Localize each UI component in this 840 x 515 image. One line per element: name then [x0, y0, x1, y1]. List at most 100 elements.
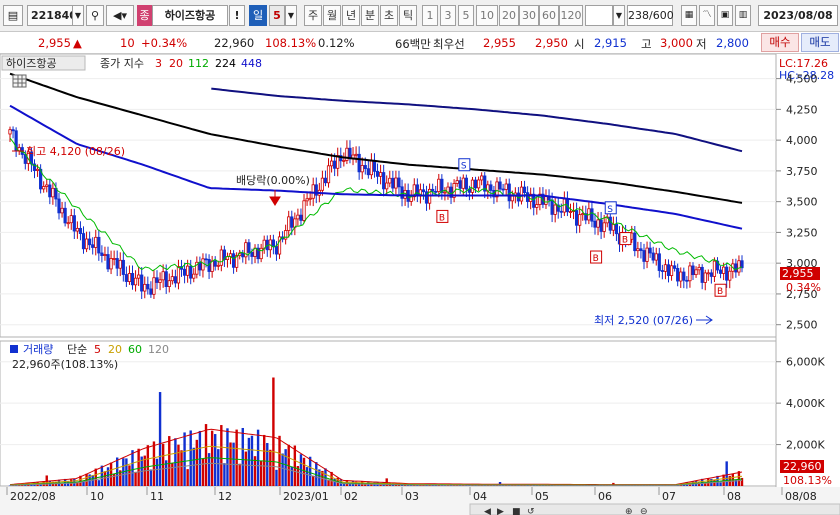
volume-bar [241, 427, 244, 486]
tab-month[interactable]: 월 [323, 5, 341, 26]
tab-tick[interactable]: 틱 [399, 5, 417, 26]
grid-icon[interactable]: ▦ [681, 5, 697, 26]
interval-5[interactable]: 5 [458, 5, 474, 26]
count-box[interactable]: 238/600 [627, 5, 674, 26]
candle-body [369, 160, 374, 176]
zoom-out-icon[interactable]: ⊖ [640, 507, 648, 515]
stop-icon[interactable]: ■ [512, 507, 521, 515]
candle-body [103, 254, 107, 256]
scroll-left-icon[interactable]: ◀ [484, 507, 491, 515]
x-label: 2023/01 [283, 490, 329, 503]
period-number[interactable]: 5 [269, 5, 285, 26]
candle-body [397, 177, 401, 188]
x-label: 04 [473, 490, 487, 503]
candle-body [464, 177, 468, 190]
sell-button[interactable]: 매도 [801, 33, 839, 52]
candle-body [66, 222, 70, 225]
chevron-down-icon[interactable]: ▼ [613, 5, 625, 26]
volume-legend-icon [10, 345, 18, 353]
candle-body [666, 264, 671, 276]
candle-body [75, 227, 79, 232]
signal-label: S [607, 205, 613, 215]
low-annotation: 최저 2,520 (07/26) [594, 314, 693, 327]
candle-body [642, 250, 646, 262]
candle-body [11, 129, 15, 132]
table-icon[interactable] [12, 74, 27, 88]
volume-bar [192, 447, 195, 486]
count-total: /600 [649, 9, 674, 22]
volume-bar [186, 469, 189, 486]
reset-icon[interactable]: ↺ [527, 507, 535, 515]
search-icon[interactable]: ⚲ [86, 5, 104, 26]
volume-bar [177, 444, 180, 486]
candle-body [63, 207, 67, 224]
interval-1[interactable]: 1 [422, 5, 438, 26]
x-label: 08 [727, 490, 741, 503]
candle-body [57, 198, 61, 214]
date-field[interactable]: 2023/08/08 [758, 5, 838, 26]
low-label: 저 [696, 37, 707, 51]
candle-body [155, 277, 159, 283]
candle-body [614, 223, 619, 235]
y-tick-label: 4,250 [786, 103, 818, 116]
tab-week[interactable]: 주 [304, 5, 322, 26]
chevron-down-icon[interactable]: ▼ [72, 5, 84, 26]
stock-chart[interactable]: SBSBBB 하이즈항공 종가 지수 3 20 112 224 448 LC:1… [0, 54, 840, 515]
interval-30[interactable]: 30 [519, 5, 539, 26]
volume-tick-label: 6,000K [786, 356, 825, 369]
volume-bar [115, 457, 119, 486]
y-tick-label: 4,000 [786, 134, 818, 147]
candle-body [121, 259, 125, 275]
volume-bar [223, 463, 226, 486]
chevron-down-icon[interactable]: ▼ [285, 5, 297, 26]
candle-body [333, 160, 337, 169]
save-icon[interactable]: ▣ [717, 5, 733, 26]
signal-label: B [593, 254, 599, 264]
volume-bar [158, 392, 162, 486]
scroll-controls[interactable]: ◀ ▶ ■ ↺ ⊕ ⊖ [469, 503, 840, 515]
zoom-in-icon[interactable]: ⊕ [625, 507, 633, 515]
volume-axis: 6,000K 4,000K 2,000K [776, 356, 825, 452]
candle-body [115, 258, 119, 269]
menu-icon[interactable]: ▤ [3, 5, 23, 26]
candle-body [559, 210, 563, 213]
tab-minute[interactable]: 분 [361, 5, 379, 26]
candle-body [382, 172, 386, 190]
vol-ma60-label: 60 [128, 343, 142, 356]
alert-button[interactable]: ! [229, 5, 245, 26]
tab-second[interactable]: 초 [380, 5, 398, 26]
current-price-tag-text: 2,955 [782, 267, 814, 280]
candle-body [477, 179, 481, 189]
tab-day[interactable]: 일 [249, 5, 267, 26]
tab-year[interactable]: 년 [342, 5, 360, 26]
interval-60[interactable]: 60 [539, 5, 559, 26]
candle-body [688, 265, 692, 282]
price-change: 10 [120, 36, 135, 50]
volume-bar [266, 443, 269, 486]
chart-tool-icon[interactable]: 〽 [699, 5, 715, 26]
candle-body [354, 153, 358, 156]
volume-bar [244, 451, 248, 486]
candle-body [140, 274, 144, 292]
candle-body [470, 179, 475, 193]
candle-body [544, 196, 548, 205]
print-icon[interactable]: ▥ [735, 5, 751, 26]
volume-bar [250, 435, 254, 486]
candle-body [694, 269, 698, 276]
interval-120[interactable]: 120 [559, 5, 583, 26]
interval-input[interactable] [585, 5, 613, 26]
candle-body [186, 265, 190, 276]
volume-bar [183, 432, 186, 486]
stock-code-input[interactable]: 221840 [27, 5, 77, 26]
interval-10[interactable]: 10 [476, 5, 498, 26]
interval-20[interactable]: 20 [499, 5, 519, 26]
scroll-right-icon[interactable]: ▶ [497, 507, 504, 515]
buy-button[interactable]: 매수 [761, 33, 799, 52]
speaker-icon[interactable]: ◀▾ [106, 5, 134, 26]
candle-body [578, 214, 582, 226]
candle-body [8, 129, 12, 135]
volume-tick-label: 4,000K [786, 397, 825, 410]
volume-bar [168, 436, 171, 486]
stock-type-badge: 종 [137, 5, 152, 26]
interval-3[interactable]: 3 [440, 5, 456, 26]
